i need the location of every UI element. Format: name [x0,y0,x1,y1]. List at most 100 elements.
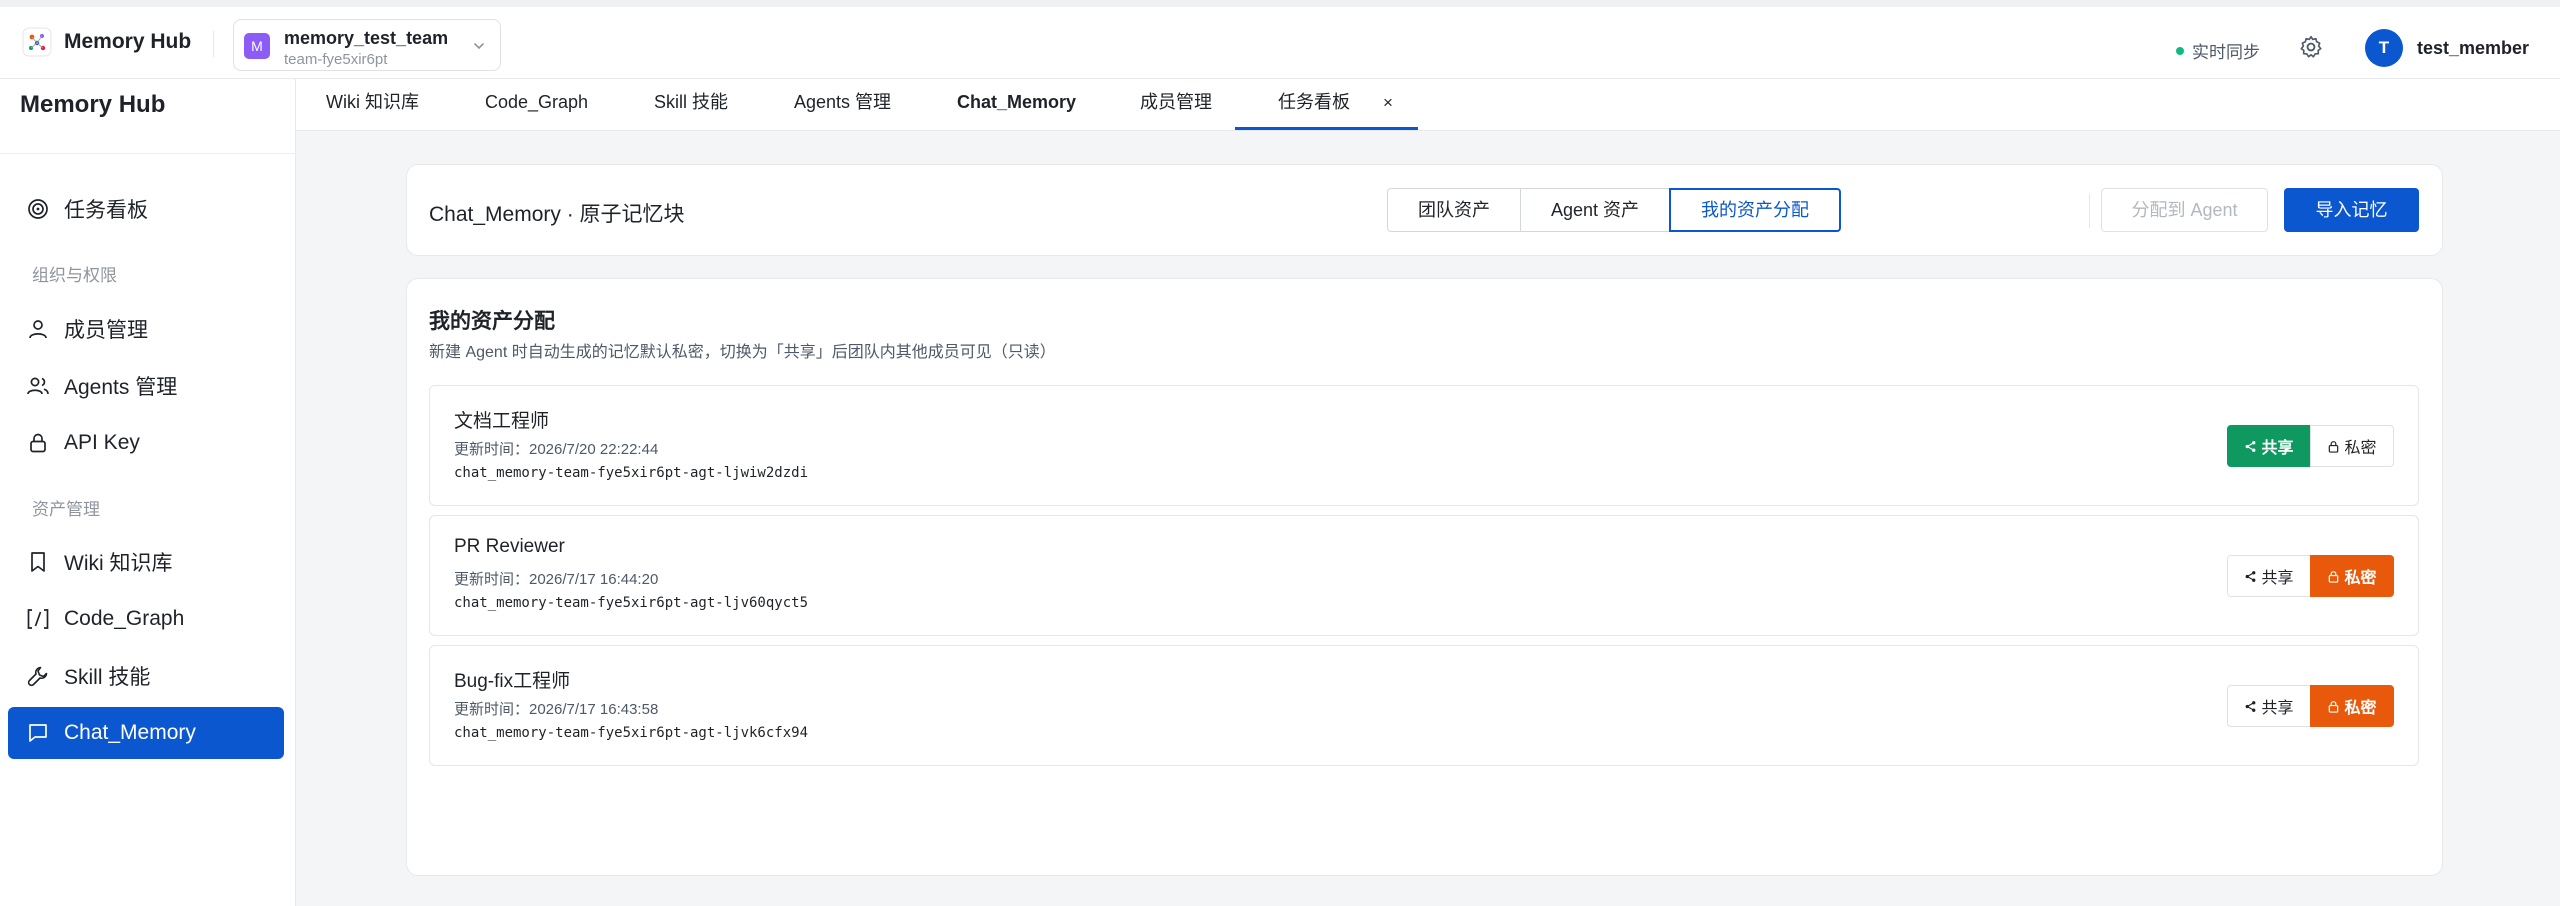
chevron-down-icon [474,43,484,50]
visibility-toggle: 共享 私密 [2227,555,2394,597]
list-item: Bug-fix工程师 更新时间：2026/7/17 16:43:58 chat_… [429,645,2419,766]
sidebar-divider [0,153,296,154]
code-bracket-icon [27,609,49,629]
share-icon [2246,700,2256,712]
top-bar: Memory Hub M memory_test_team team-fye5x… [0,0,2560,79]
agent-name: 文档工程师 [454,411,550,432]
bookmark-icon [31,552,45,572]
private-button[interactable]: 私密 [2310,425,2394,467]
user-name: test_member [2417,37,2530,58]
list-item: 文档工程师 更新时间：2026/7/20 22:22:44 chat_memor… [429,385,2419,506]
chat-bubble-icon [29,724,47,742]
top-divider [213,31,214,57]
sidebar-group-org: 组织与权限 [32,266,117,285]
share-label: 共享 [2261,440,2294,457]
tab-agents[interactable]: Agents 管理 [794,79,891,131]
sidebar-item-label: Wiki 知识库 [64,552,173,575]
import-memory-button[interactable]: 导入记忆 [2284,188,2419,232]
updated-time: 更新时间：2026/7/20 22:22:44 [454,441,659,458]
share-label: 共享 [2261,570,2294,587]
wrench-icon [27,666,48,687]
memory-id: chat_memory-team-fye5xir6pt-agt-ljvk6cfx… [454,725,809,741]
share-button[interactable]: 共享 [2227,555,2311,597]
team-name: memory_test_team [284,28,449,48]
sidebar-item-label: Chat_Memory [64,721,196,744]
user-icon [29,320,47,339]
sidebar-item-wiki[interactable]: Wiki 知识库 [8,536,284,588]
sidebar-item-label: 成员管理 [64,319,148,342]
share-icon [2246,440,2256,452]
sidebar: Memory Hub 任务看板 组织与权限 成员管理 Agents 管理 API… [0,79,296,906]
tab-skill[interactable]: Skill 技能 [654,79,728,131]
visibility-toggle: 共享 私密 [2227,685,2394,727]
private-button[interactable]: 私密 [2310,555,2394,597]
segment-my-assets[interactable]: 我的资产分配 [1669,188,1841,232]
lock-icon [2329,700,2339,713]
private-label: 私密 [2344,440,2377,457]
asset-list-card: 我的资产分配 新建 Agent 时自动生成的记忆默认私密，切换为「共享」后团队内… [406,278,2443,876]
sidebar-item-code-graph[interactable]: Code_Graph [8,593,284,645]
sidebar-item-label: 任务看板 [64,199,148,222]
assign-to-agent-button[interactable]: 分配到 Agent [2101,188,2268,232]
memory-id: chat_memory-team-fye5xir6pt-agt-ljwiw2dz… [454,465,809,481]
share-label: 共享 [2261,700,2294,717]
tab-bar: Wiki 知识库 Code_Graph Skill 技能 Agents 管理 C… [296,79,2560,131]
page-title: Chat_Memory · 原子记忆块 [429,203,685,226]
sidebar-item-chat-memory[interactable]: Chat_Memory [8,707,284,759]
sidebar-item-agents[interactable]: Agents 管理 [8,360,284,412]
agent-name: PR Reviewer [454,536,565,557]
asset-view-segmented: 团队资产 Agent 资产 我的资产分配 [1387,188,1841,232]
updated-time: 更新时间：2026/7/17 16:43:58 [454,701,659,718]
sync-dot-icon [2176,46,2184,55]
header-divider [2089,194,2090,228]
sidebar-item-task-board[interactable]: 任务看板 [8,183,284,235]
sidebar-item-label: Agents 管理 [64,376,178,399]
section-title: 我的资产分配 [429,310,555,333]
list-item: PR Reviewer 更新时间：2026/7/17 16:44:20 chat… [429,515,2419,636]
sidebar-title: Memory Hub [20,91,166,118]
close-icon[interactable]: × [1383,93,1393,113]
sync-label: 实时同步 [2192,43,2260,62]
agent-name: Bug-fix工程师 [454,671,571,692]
lock-icon [2329,570,2339,583]
tab-task-board[interactable]: 任务看板 [1278,79,1350,131]
tab-wiki[interactable]: Wiki 知识库 [326,79,419,131]
sidebar-group-assets: 资产管理 [32,500,100,519]
memory-hub-logo-icon [22,27,52,57]
app-name: Memory Hub [64,30,192,53]
visibility-toggle: 共享 私密 [2227,425,2394,467]
share-button[interactable]: 共享 [2227,425,2311,467]
share-icon [2246,570,2256,582]
segment-agent-assets[interactable]: Agent 资产 [1520,188,1670,232]
page-header-card: Chat_Memory · 原子记忆块 团队资产 Agent 资产 我的资产分配… [406,164,2443,256]
section-description: 新建 Agent 时自动生成的记忆默认私密，切换为「共享」后团队内其他成员可见（… [429,344,1056,361]
lock-icon [30,433,46,453]
users-icon [27,377,49,395]
tab-members[interactable]: 成员管理 [1140,79,1212,131]
sidebar-item-skill[interactable]: Skill 技能 [8,650,284,702]
sidebar-item-label: Skill 技能 [64,666,151,689]
target-icon [28,199,48,219]
team-switcher[interactable]: M memory_test_team team-fye5xir6pt [233,19,501,71]
team-id: team-fye5xir6pt [284,51,388,68]
tab-chat-memory[interactable]: Chat_Memory [957,79,1076,131]
sync-status: 实时同步 [2176,38,2260,63]
updated-time: 更新时间：2026/7/17 16:44:20 [454,571,659,588]
private-button[interactable]: 私密 [2310,685,2394,727]
share-button[interactable]: 共享 [2227,685,2311,727]
user-menu[interactable]: T test_member [2365,29,2529,67]
sidebar-item-label: API Key [64,431,140,454]
gear-icon[interactable] [2298,34,2324,60]
segment-team-assets[interactable]: 团队资产 [1387,188,1521,232]
tab-code-graph[interactable]: Code_Graph [485,79,588,131]
private-label: 私密 [2344,700,2377,717]
sidebar-item-api-key[interactable]: API Key [8,417,284,469]
brand[interactable]: Memory Hub [22,27,191,57]
lock-icon [2329,440,2339,453]
memory-id: chat_memory-team-fye5xir6pt-agt-ljv60qyc… [454,595,809,611]
sidebar-item-members[interactable]: 成员管理 [8,303,284,355]
avatar: T [2365,29,2403,67]
sidebar-item-label: Code_Graph [64,607,185,630]
private-label: 私密 [2344,570,2377,587]
team-avatar: M [244,33,270,59]
